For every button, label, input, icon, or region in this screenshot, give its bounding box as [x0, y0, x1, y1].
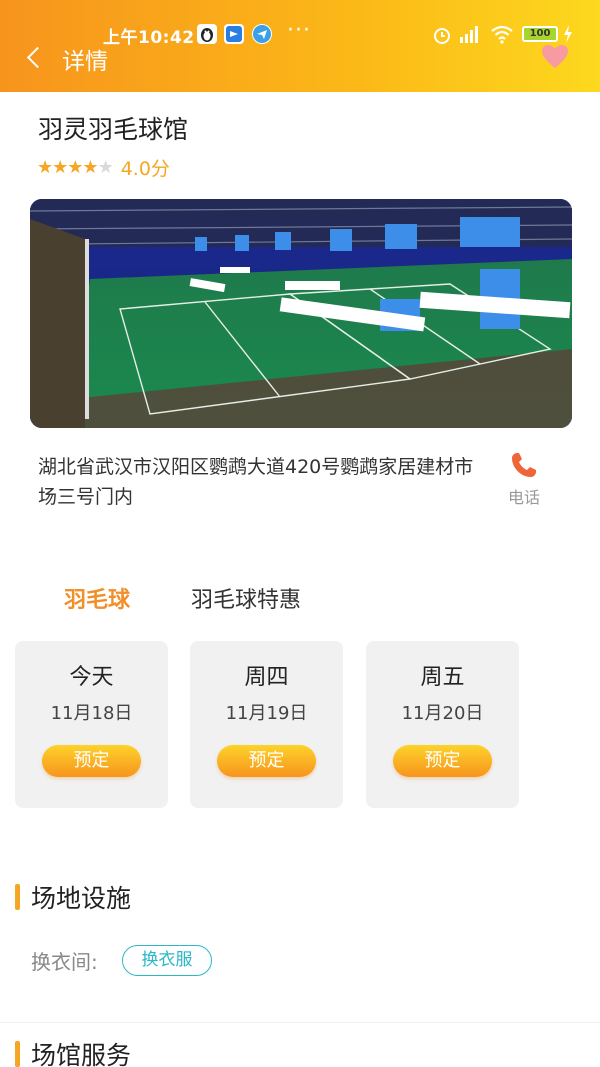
venue-name: 羽灵羽毛球馆: [38, 115, 189, 144]
star-icon: ★: [82, 157, 98, 178]
section-marker: [15, 884, 20, 910]
tab-badminton[interactable]: 羽毛球: [64, 582, 130, 614]
signal-icon: [458, 24, 482, 48]
facility-label: 换衣间:: [31, 950, 98, 974]
date-day: 周五: [420, 665, 465, 690]
venue-address: 湖北省武汉市汉阳区鹦鹉大道420号鹦鹉家居建材市场三号门内: [38, 456, 474, 508]
rating: ★★★★★ 4.0分: [37, 154, 170, 181]
date-day: 今天: [69, 665, 114, 690]
star-empty-icon: ★: [97, 157, 114, 178]
date-card-thursday[interactable]: 周四 11月19日 预定: [190, 641, 343, 808]
phone-label: 电话: [507, 488, 540, 507]
facility-tag: 换衣服: [122, 945, 212, 976]
date-date: 11月19日: [225, 703, 308, 724]
facilities-title: 场地设施: [31, 884, 132, 913]
favorite-heart-icon[interactable]: [541, 44, 569, 70]
date-day: 周四: [244, 665, 289, 690]
book-button[interactable]: 预定: [217, 745, 316, 777]
tab-badminton-special[interactable]: 羽毛球特惠: [191, 582, 301, 614]
page-title: 详情: [62, 49, 108, 75]
section-marker: [15, 1041, 20, 1067]
star-icon: ★: [52, 157, 68, 178]
back-icon[interactable]: [22, 44, 50, 72]
book-button[interactable]: 预定: [393, 745, 492, 777]
date-card-friday[interactable]: 周五 11月20日 预定: [366, 641, 519, 808]
penguin-app-icon: [197, 24, 217, 44]
date-card-today[interactable]: 今天 11月18日 预定: [15, 641, 168, 808]
date-date: 11月18日: [50, 703, 133, 724]
star-icon: ★: [37, 157, 53, 178]
status-time: 上午10:42: [103, 28, 195, 48]
message-app-icon: [224, 24, 244, 44]
book-button[interactable]: 预定: [42, 745, 141, 777]
section-divider: [0, 1022, 600, 1023]
venue-photo: [30, 199, 572, 428]
rating-stars: ★★★★★: [37, 157, 114, 178]
battery-icon: 100: [522, 26, 558, 42]
send-app-icon: [252, 24, 272, 44]
rating-score: 4.0分: [120, 158, 170, 180]
phone-button[interactable]: 电话: [500, 450, 548, 508]
star-icon: ★: [67, 157, 83, 178]
wifi-icon: [490, 24, 514, 48]
header-bar: 上午10:42 ··· 100 详情: [0, 0, 600, 92]
more-notifications-icon: ···: [287, 18, 311, 43]
alarm-icon: [432, 25, 452, 49]
date-date: 11月20日: [401, 703, 484, 724]
services-title: 场馆服务: [31, 1041, 132, 1067]
phone-icon: [509, 450, 539, 480]
